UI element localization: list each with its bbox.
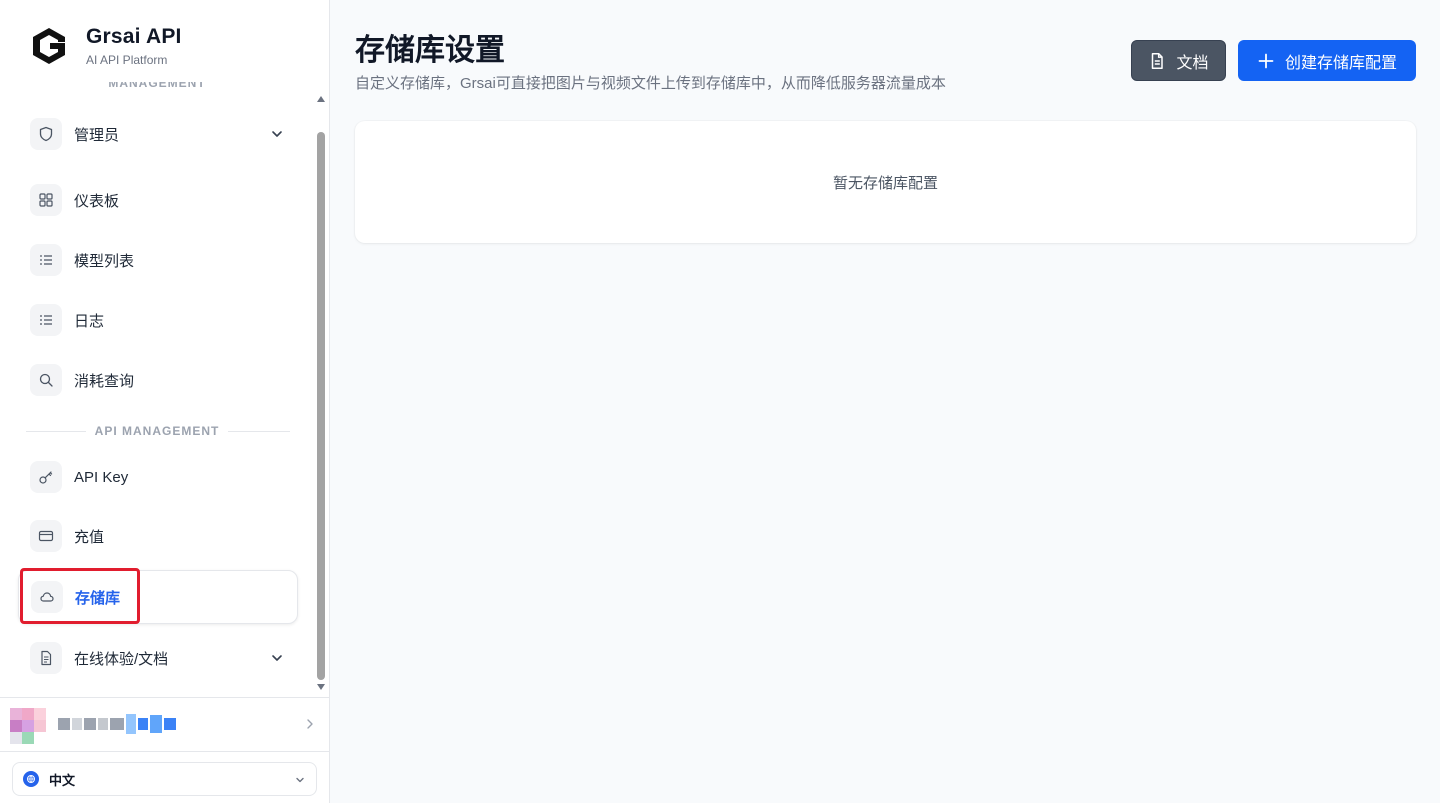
language-label: 中文 [49, 772, 76, 788]
sidebar-item-logs[interactable]: 日志 [18, 293, 298, 347]
storage-config-list: 暂无存储库配置 [355, 121, 1416, 243]
sidebar-item-label: 存储库 [75, 589, 121, 607]
sidebar-item-label: 充值 [74, 528, 105, 546]
credit-card-icon [30, 520, 62, 552]
section-divider [228, 431, 290, 432]
sidebar-item-recharge[interactable]: 充值 [18, 509, 298, 563]
sidebar: Grsai API AI API Platform MANAGEMENT 管理员… [0, 0, 330, 803]
empty-state-message: 暂无存储库配置 [832, 174, 938, 192]
brand[interactable]: Grsai API AI API Platform [28, 24, 182, 68]
key-icon [30, 461, 62, 493]
sidebar-item-label: 仪表板 [74, 192, 120, 210]
shield-icon [30, 118, 62, 150]
sidebar-item-label: 模型列表 [74, 252, 135, 270]
grsai-logo-icon [33, 28, 65, 64]
create-storage-config-button[interactable]: 创建存储库配置 [1238, 40, 1416, 81]
chevron-down-icon[interactable] [270, 651, 284, 665]
section-label-management: MANAGEMENT [108, 82, 206, 90]
document-icon [1152, 52, 1164, 69]
sidebar-item-dashboard[interactable]: 仪表板 [18, 173, 298, 227]
sidebar-item-label: 消耗查询 [74, 372, 135, 390]
sidebar-item-label: 管理员 [74, 126, 120, 144]
sidebar-item-usage[interactable]: 消耗查询 [18, 353, 298, 407]
globe-icon [23, 771, 39, 787]
cloud-icon [31, 581, 63, 613]
sidebar-scrollbar[interactable] [314, 92, 328, 694]
page-title: 存储库设置 [355, 34, 505, 67]
list-icon [30, 244, 62, 276]
sidebar-item-label: API Key [74, 468, 129, 486]
sidebar-item-models[interactable]: 模型列表 [18, 233, 298, 287]
create-button-label: 创建存储库配置 [1284, 54, 1397, 72]
chevron-down-icon[interactable] [270, 127, 284, 141]
search-icon [30, 364, 62, 396]
chevron-right-icon[interactable] [304, 718, 316, 730]
user-name-redacted [58, 712, 178, 736]
scroll-thumb[interactable] [317, 132, 325, 680]
brand-name: Grsai API [86, 25, 182, 48]
sidebar-item-label: 在线体验/文档 [74, 650, 169, 668]
docs-button-label: 文档 [1176, 54, 1209, 72]
page-description: 自定义存储库，Grsai可直接把图片与视频文件上传到存储库中，从而降低服务器流量… [355, 75, 946, 92]
chevron-down-icon [296, 777, 304, 783]
sidebar-item-api-key[interactable]: API Key [18, 450, 298, 504]
dashboard-grid-icon [30, 184, 62, 216]
sidebar-item-playground-docs[interactable]: 在线体验/文档 [18, 631, 298, 685]
log-list-icon [30, 304, 62, 336]
sidebar-item-admin[interactable]: 管理员 [18, 107, 298, 161]
brand-subtitle: AI API Platform [86, 53, 168, 67]
sidebar-item-label: 日志 [74, 312, 105, 330]
sidebar-item-storage[interactable]: 存储库 [18, 570, 298, 624]
document-icon [30, 642, 62, 674]
docs-button[interactable]: 文档 [1131, 40, 1226, 81]
language-select[interactable]: 中文 [12, 762, 317, 796]
scroll-down-arrow-icon[interactable] [317, 684, 325, 690]
plus-icon [1258, 53, 1274, 68]
scroll-up-arrow-icon[interactable] [317, 96, 325, 102]
user-profile-row[interactable] [0, 697, 330, 752]
avatar [10, 708, 46, 744]
sidebar-nav: MANAGEMENT 管理员 仪表板 模型列表 日志 消耗查询 API MANA… [0, 82, 314, 694]
